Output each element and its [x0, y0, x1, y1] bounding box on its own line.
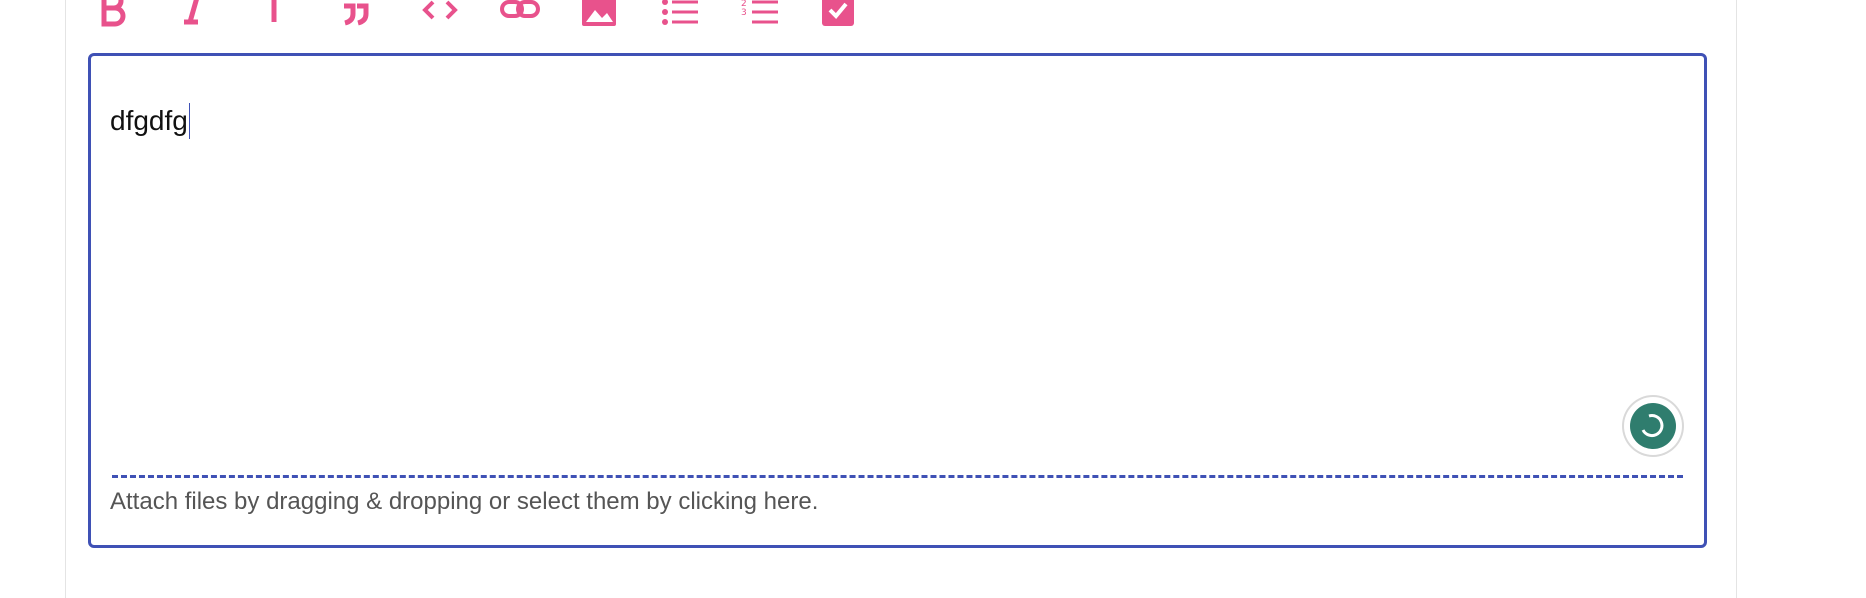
- quote-button[interactable]: [340, 0, 420, 28]
- bold-icon: [101, 0, 126, 27]
- code-button[interactable]: [420, 0, 500, 28]
- italic-button[interactable]: [180, 0, 260, 28]
- link-button[interactable]: [500, 0, 580, 28]
- quote-icon: [344, 3, 369, 26]
- bold-button[interactable]: [100, 0, 180, 28]
- link-icon: [500, 0, 540, 18]
- italic-icon: [184, 0, 199, 25]
- bullet-list-button[interactable]: [660, 0, 740, 28]
- numbered-list-button[interactable]: 2 3: [740, 0, 820, 28]
- bullet-list-icon: [662, 0, 698, 25]
- editor-content[interactable]: dfgdfg: [110, 103, 191, 139]
- attach-files-hint[interactable]: Attach files by dragging & dropping or s…: [110, 488, 818, 516]
- text-caret: [188, 103, 191, 139]
- comment-editor[interactable]: dfgdfg Attach files by dragging & droppi…: [88, 53, 1707, 548]
- formatting-toolbar: 2 3: [100, 0, 900, 28]
- task-list-button[interactable]: [820, 0, 900, 28]
- svg-text:3: 3: [741, 8, 747, 18]
- grammar-check-icon: [1630, 403, 1676, 449]
- heading-button[interactable]: [260, 0, 340, 28]
- heading-icon: [271, 0, 277, 22]
- grammar-check-button[interactable]: [1624, 397, 1682, 455]
- editor-value: dfgdfg: [110, 105, 188, 136]
- checkbox-icon: [822, 0, 854, 26]
- image-icon: [582, 0, 616, 26]
- image-button[interactable]: [580, 0, 660, 28]
- numbered-list-icon: 2 3: [741, 0, 778, 24]
- attach-divider: [112, 475, 1683, 478]
- code-icon: [422, 0, 458, 20]
